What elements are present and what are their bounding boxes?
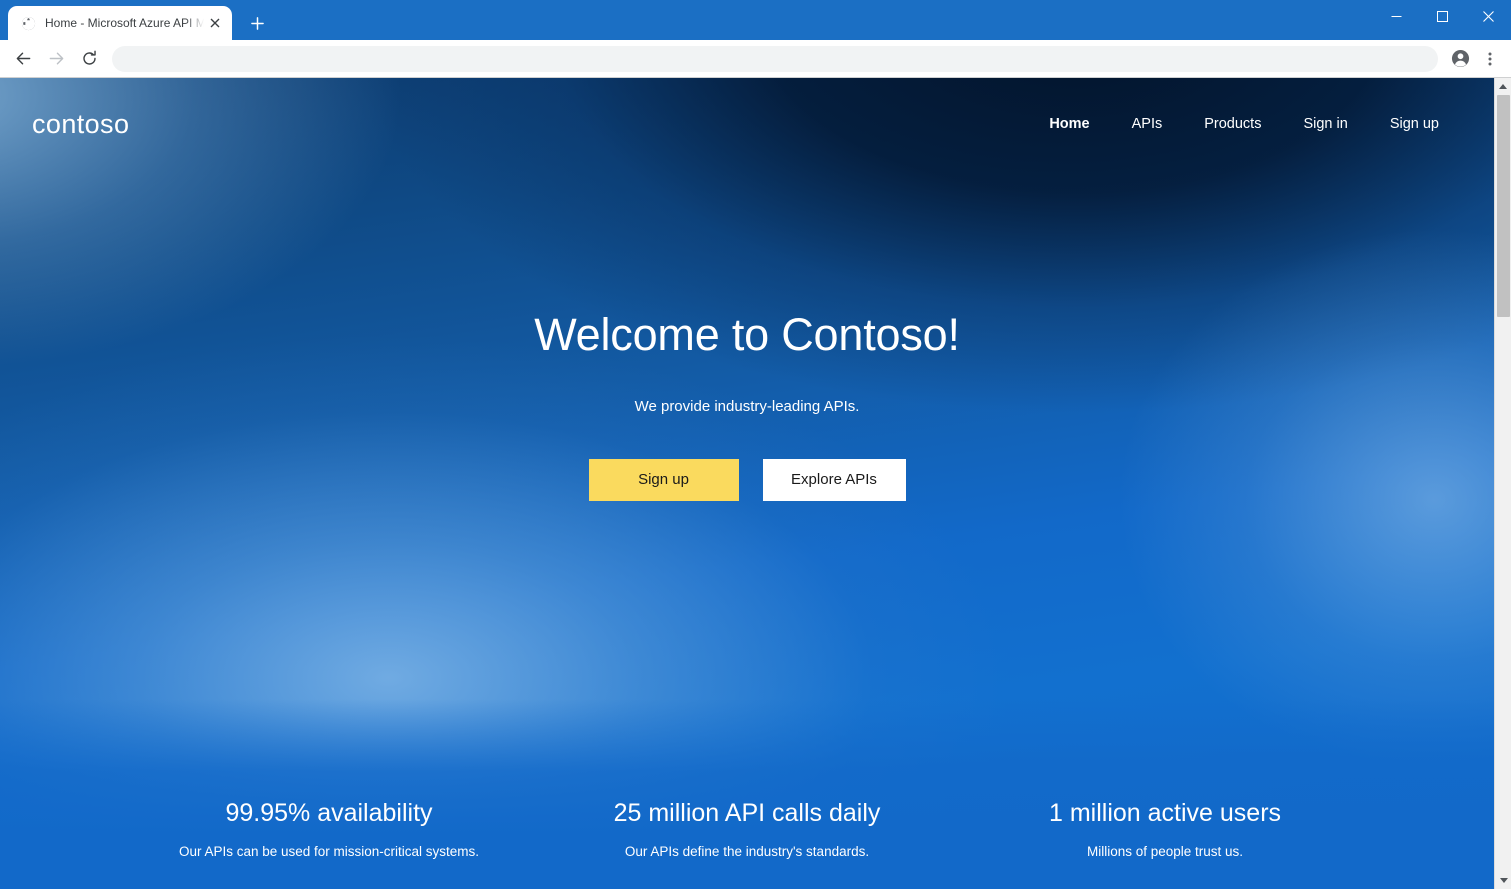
scrollbar-up-arrow-icon[interactable] [1495, 78, 1511, 95]
explore-apis-button[interactable]: Explore APIs [762, 458, 906, 501]
stat-description: Millions of people trust us. [1086, 844, 1244, 859]
window-maximize-button[interactable] [1419, 0, 1465, 32]
scrollbar-thumb[interactable] [1497, 95, 1510, 317]
nav-item-home[interactable]: Home [1028, 110, 1110, 138]
forward-arrow-icon [41, 44, 71, 74]
scrollbar-track[interactable] [1495, 95, 1511, 872]
stat-item: 25 million API calls daily Our APIs defi… [538, 799, 956, 859]
nav-item-sign-in[interactable]: Sign in [1282, 110, 1368, 138]
site-header: contoso Home APIs Products Sign in Sign … [0, 78, 1494, 170]
site-logo[interactable]: contoso [32, 110, 129, 138]
window-close-button[interactable] [1465, 0, 1511, 32]
browser-toolbar [0, 40, 1511, 78]
nav-item-sign-up[interactable]: Sign up [1369, 110, 1460, 138]
stat-value: 1 million active users [1048, 799, 1282, 828]
window-controls [1373, 0, 1511, 32]
back-arrow-icon[interactable] [8, 44, 38, 74]
page-viewport: contoso Home APIs Products Sign in Sign … [0, 78, 1511, 889]
stat-description: Our APIs can be used for mission-critica… [178, 844, 480, 859]
reload-icon[interactable] [74, 44, 104, 74]
sign-up-button[interactable]: Sign up [588, 458, 739, 501]
browser-tab-title: Home - Microsoft Azure API Man [45, 16, 204, 30]
browser-window: Home - Microsoft Azure API Man contoso H… [0, 0, 1511, 889]
window-minimize-button[interactable] [1373, 0, 1419, 32]
tab-close-icon[interactable] [206, 14, 224, 32]
stats-section: 99.95% availability Our APIs can be used… [0, 799, 1494, 859]
stat-description: Our APIs define the industry's standards… [624, 844, 870, 859]
page-scrollbar[interactable] [1494, 78, 1511, 889]
profile-avatar-icon[interactable] [1446, 45, 1474, 73]
stat-value: 25 million API calls daily [613, 799, 881, 828]
browser-tab[interactable]: Home - Microsoft Azure API Man [8, 6, 232, 40]
nav-item-products[interactable]: Products [1183, 110, 1282, 138]
nav-item-apis[interactable]: APIs [1111, 110, 1184, 138]
globe-icon [20, 15, 36, 31]
stat-item: 1 million active users Millions of peopl… [956, 799, 1374, 859]
scrollbar-down-arrow-icon[interactable] [1495, 872, 1511, 889]
new-tab-button[interactable] [243, 9, 271, 37]
toolbar-right-group [1444, 45, 1504, 73]
stat-value: 99.95% availability [225, 799, 433, 828]
contoso-developer-portal: contoso Home APIs Products Sign in Sign … [0, 78, 1494, 889]
stat-item: 99.95% availability Our APIs can be used… [120, 799, 538, 859]
hero-title: Welcome to Contoso! [534, 309, 960, 360]
three-dot-menu-icon[interactable] [1476, 45, 1504, 73]
hero-section: Welcome to Contoso! We provide industry-… [0, 170, 1494, 501]
hero-action-buttons: Sign up Explore APIs [0, 458, 1494, 501]
address-bar[interactable] [112, 45, 1438, 72]
browser-titlebar: Home - Microsoft Azure API Man [0, 0, 1511, 40]
hero-subtitle: We provide industry-leading APIs. [634, 397, 860, 415]
site-navigation: Home APIs Products Sign in Sign up [1028, 110, 1460, 138]
